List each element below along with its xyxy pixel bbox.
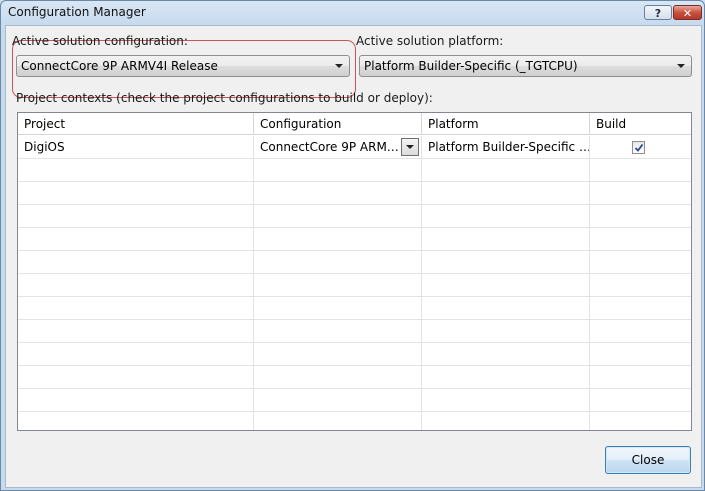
- empty-cell: [18, 366, 254, 389]
- empty-cell: [18, 251, 254, 274]
- empty-cell: [422, 274, 590, 297]
- configuration-cell[interactable]: ConnectCore 9P ARM…: [254, 136, 422, 159]
- empty-cell: [18, 389, 254, 412]
- chevron-down-icon: [335, 64, 343, 68]
- solution-platform-label: Active solution platform:: [356, 34, 504, 48]
- column-header-project[interactable]: Project: [18, 113, 254, 135]
- empty-cell: [254, 228, 422, 251]
- project-cell: DigiOS: [18, 136, 254, 159]
- empty-row: [18, 412, 691, 430]
- empty-cell: [422, 320, 590, 343]
- empty-cell: [254, 251, 422, 274]
- platform-cell[interactable]: Platform Builder-Specific …: [422, 136, 590, 159]
- empty-row: [18, 182, 691, 205]
- empty-cell: [422, 228, 590, 251]
- empty-cell: [18, 320, 254, 343]
- grid-header: Project Configuration Platform Build: [18, 113, 691, 136]
- solution-platform-dropdown[interactable]: Platform Builder-Specific (_TGTCPU): [359, 55, 692, 77]
- empty-cell: [18, 297, 254, 320]
- empty-cell: [18, 274, 254, 297]
- dialog-body: Active solution configuration: ConnectCo…: [5, 25, 702, 488]
- empty-cell: [422, 343, 590, 366]
- empty-cell: [422, 205, 590, 228]
- column-header-configuration[interactable]: Configuration: [254, 113, 422, 135]
- empty-cell: [590, 251, 691, 274]
- empty-cell: [590, 228, 691, 251]
- empty-row: [18, 205, 691, 228]
- empty-row: [18, 251, 691, 274]
- solution-config-dropdown[interactable]: ConnectCore 9P ARMV4I Release: [16, 55, 350, 77]
- empty-row: [18, 366, 691, 389]
- chevron-down-icon: [406, 145, 414, 149]
- chevron-down-icon: [677, 64, 685, 68]
- empty-cell: [254, 389, 422, 412]
- empty-row: [18, 159, 691, 182]
- empty-cell: [590, 320, 691, 343]
- empty-cell: [254, 320, 422, 343]
- project-contexts-grid[interactable]: Project Configuration Platform Build Dig…: [17, 112, 692, 431]
- empty-row: [18, 297, 691, 320]
- empty-cell: [254, 205, 422, 228]
- title-bar[interactable]: Configuration Manager ? ✕: [1, 1, 704, 25]
- empty-cell: [18, 205, 254, 228]
- empty-cell: [254, 297, 422, 320]
- configuration-cell-value: ConnectCore 9P ARM…: [260, 140, 399, 154]
- empty-cell: [254, 274, 422, 297]
- empty-cell: [590, 389, 691, 412]
- close-button[interactable]: Close: [605, 446, 691, 474]
- empty-cell: [254, 159, 422, 182]
- empty-cell: [254, 412, 422, 430]
- solution-config-value: ConnectCore 9P ARMV4I Release: [21, 59, 218, 73]
- empty-cell: [590, 297, 691, 320]
- empty-cell: [422, 159, 590, 182]
- project-contexts-label: Project contexts (check the project conf…: [16, 91, 433, 105]
- empty-cell: [254, 343, 422, 366]
- empty-cell: [254, 182, 422, 205]
- empty-cell: [422, 182, 590, 205]
- empty-cell: [18, 159, 254, 182]
- empty-cell: [590, 182, 691, 205]
- empty-cell: [422, 389, 590, 412]
- checkmark-icon: [634, 143, 644, 152]
- empty-cell: [590, 343, 691, 366]
- empty-cell: [18, 182, 254, 205]
- empty-row: [18, 389, 691, 412]
- column-header-build[interactable]: Build: [590, 113, 691, 135]
- empty-cell: [590, 205, 691, 228]
- empty-cell: [422, 366, 590, 389]
- empty-row: [18, 343, 691, 366]
- empty-cell: [590, 159, 691, 182]
- empty-row: [18, 228, 691, 251]
- empty-cell: [18, 343, 254, 366]
- build-checkbox[interactable]: [632, 141, 645, 154]
- empty-cell: [590, 412, 691, 430]
- empty-cell: [254, 366, 422, 389]
- empty-cell: [590, 274, 691, 297]
- configuration-dropdown-button[interactable]: [401, 138, 419, 156]
- help-button[interactable]: ?: [644, 5, 672, 20]
- empty-cell: [18, 412, 254, 430]
- column-header-platform[interactable]: Platform: [422, 113, 590, 135]
- empty-cell: [18, 228, 254, 251]
- window-title: Configuration Manager: [8, 5, 146, 19]
- empty-cell: [590, 366, 691, 389]
- empty-row: [18, 320, 691, 343]
- build-cell: [590, 136, 691, 159]
- configuration-manager-window: Configuration Manager ? ✕ Active solutio…: [0, 0, 705, 491]
- solution-platform-value: Platform Builder-Specific (_TGTCPU): [364, 59, 578, 73]
- empty-cell: [422, 251, 590, 274]
- window-close-button[interactable]: ✕: [673, 5, 702, 20]
- empty-row: [18, 274, 691, 297]
- table-row[interactable]: DigiOS ConnectCore 9P ARM… Platform Buil…: [18, 136, 691, 159]
- empty-cell: [422, 297, 590, 320]
- solution-config-label: Active solution configuration:: [12, 34, 188, 48]
- empty-cell: [422, 412, 590, 430]
